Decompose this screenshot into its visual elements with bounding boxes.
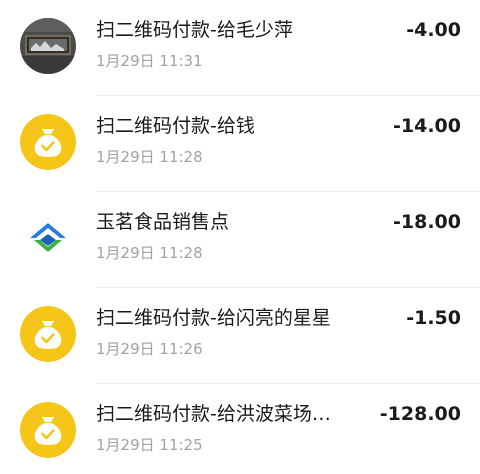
- photo-avatar: [20, 18, 76, 74]
- transaction-row[interactable]: 扫二维码付款-给闪亮的星星 1月29日 11:26 -1.50: [0, 288, 480, 384]
- transaction-time: 1月29日 11:25: [96, 436, 203, 454]
- transaction-time: 1月29日 11:26: [96, 340, 203, 358]
- merchant-logo-icon: [20, 210, 76, 266]
- money-bag-icon: [20, 114, 76, 170]
- transaction-row[interactable]: 玉茗食品销售点 1月29日 11:28 -18.00: [0, 192, 480, 288]
- transaction-row[interactable]: 扫二维码付款-给毛少萍 1月29日 11:31 -4.00: [0, 0, 480, 96]
- transaction-time: 1月29日 11:28: [96, 244, 203, 262]
- transaction-amount: -18.00: [393, 211, 461, 233]
- transaction-amount: -14.00: [393, 115, 461, 137]
- transaction-title: 扫二维码付款-给毛少萍: [96, 19, 293, 41]
- money-bag-icon: [20, 306, 76, 362]
- transaction-row[interactable]: 扫二维码付款-给钱 1月29日 11:28 -14.00: [0, 96, 480, 192]
- transaction-time: 1月29日 11:28: [96, 148, 203, 166]
- transaction-amount: -4.00: [406, 19, 461, 41]
- transaction-title: 扫二维码付款-给闪亮的星星: [96, 307, 331, 329]
- transaction-time: 1月29日 11:31: [96, 52, 203, 70]
- money-bag-icon: [20, 402, 76, 458]
- transaction-title: 扫二维码付款-给洪波菜场…: [96, 403, 331, 425]
- transaction-title: 玉茗食品销售点: [96, 211, 230, 233]
- transaction-list: 扫二维码付款-给毛少萍 1月29日 11:31 -4.00 扫二维码付款-给钱 …: [0, 0, 480, 474]
- transaction-row[interactable]: 扫二维码付款-给洪波菜场… 1月29日 11:25 -128.00: [0, 384, 480, 474]
- transaction-amount: -128.00: [379, 403, 461, 425]
- transaction-amount: -1.50: [406, 307, 461, 329]
- transaction-title: 扫二维码付款-给钱: [96, 115, 255, 137]
